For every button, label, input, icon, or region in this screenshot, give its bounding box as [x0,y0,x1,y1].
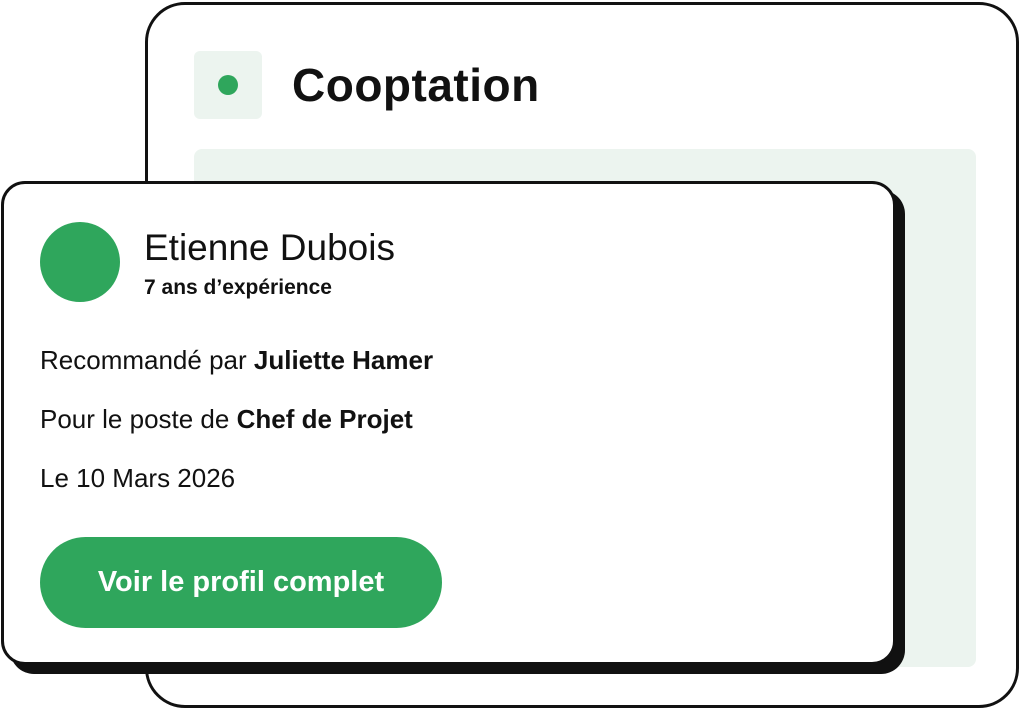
candidate-card: Etienne Dubois 7 ans d’expérience Recomm… [1,181,896,665]
recommender-name: Juliette Hamer [253,345,434,375]
panel-title: Cooptation [292,59,540,111]
cooptation-icon [194,51,262,119]
recommended-label: Recommandé par [40,345,254,375]
candidate-experience: 7 ans d’expérience [144,276,332,299]
dot-icon [218,75,238,95]
position-label: Pour le poste de [40,404,237,434]
candidate-name: Etienne Dubois [144,227,395,268]
recommendation-date: Le 10 Mars 2026 [40,463,236,493]
avatar [40,222,120,302]
position-line: Pour le poste de Chef de Projet [40,403,413,435]
recommended-by-line: Recommandé par Juliette Hamer [40,344,433,376]
view-full-profile-button[interactable]: Voir le profil complet [40,537,442,628]
position-name: Chef de Projet [236,404,413,434]
